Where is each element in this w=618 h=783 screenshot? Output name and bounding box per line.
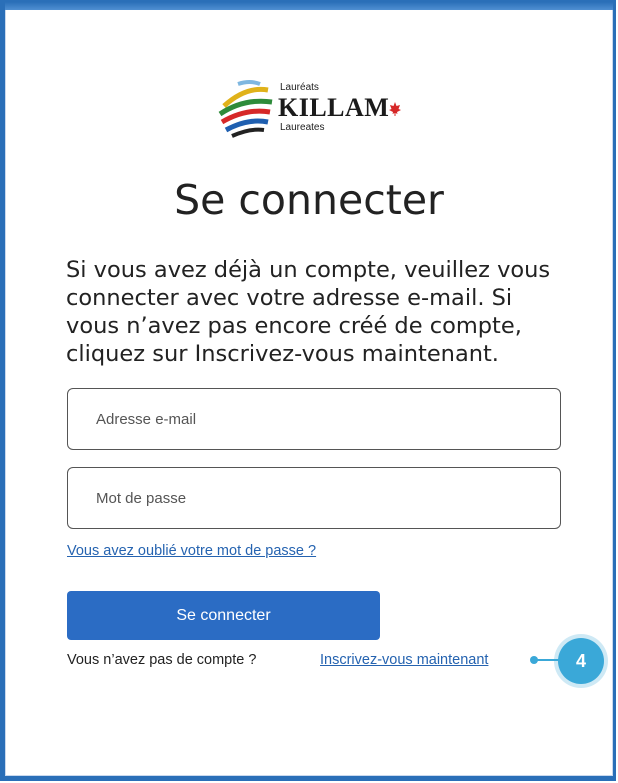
- killam-logo-mark-icon: [218, 80, 273, 138]
- forgot-password-link[interactable]: Vous avez oublié votre mot de passe ?: [67, 543, 316, 559]
- logo-wordmark: KILLAM: [278, 93, 390, 122]
- maple-leaf-icon: [389, 102, 401, 116]
- no-account-text: Vous n’avez pas de compte ?: [67, 652, 257, 668]
- callout-dot: [530, 656, 538, 664]
- logo-bottom-text: Laureates: [280, 122, 325, 133]
- top-bar: [5, 2, 613, 10]
- sign-in-button[interactable]: Se connecter: [67, 591, 380, 640]
- email-field[interactable]: [67, 388, 561, 450]
- killam-logo: Lauréats KILLAM Laureates: [216, 76, 422, 148]
- signup-link[interactable]: Inscrivez-vous maintenant: [320, 652, 488, 668]
- logo-top-text: Lauréats: [280, 82, 319, 93]
- intro-text: Si vous avez déjà un compte, veuillez vo…: [66, 257, 551, 367]
- step-callout-badge: 4: [558, 638, 604, 684]
- password-field[interactable]: [67, 467, 561, 529]
- page-title: Se connecter: [174, 176, 444, 224]
